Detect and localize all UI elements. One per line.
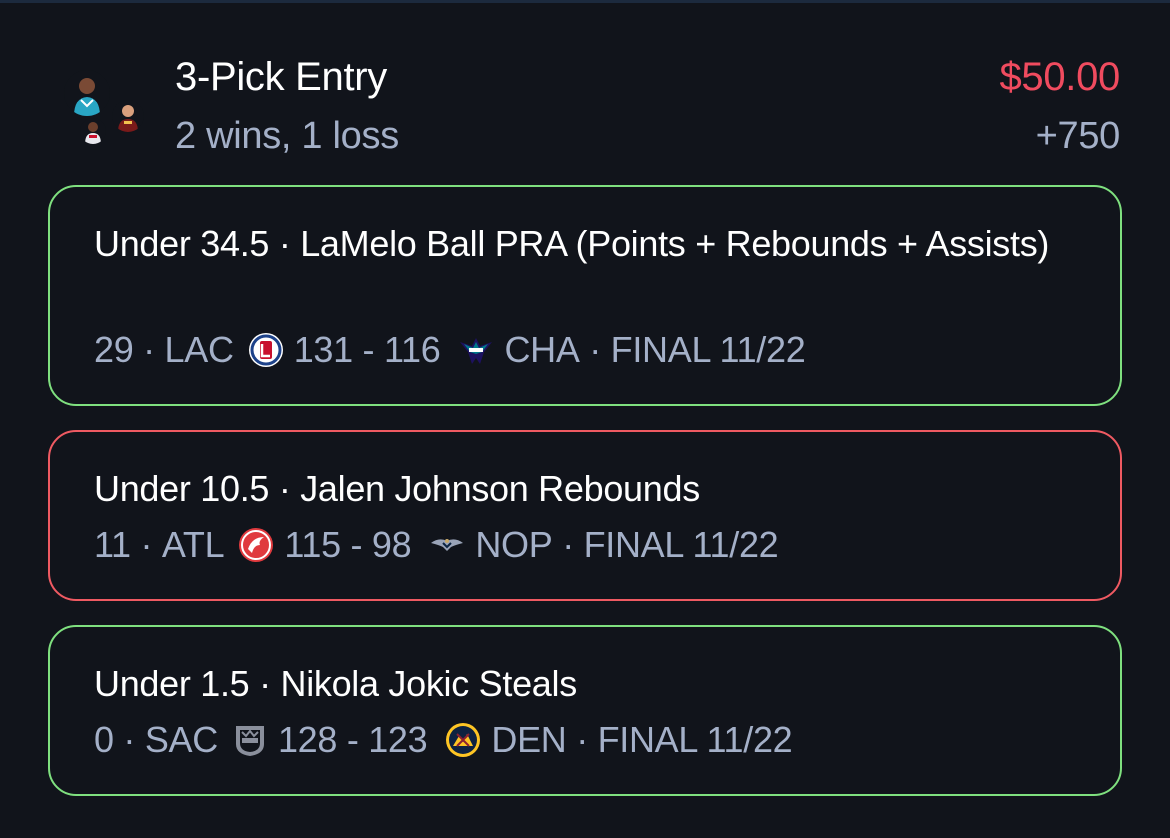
game-status: · FINAL 11/22 — [576, 719, 793, 760]
pick-card[interactable]: Under 34.5 · LaMelo Ball PRA (Points + R… — [48, 185, 1122, 406]
nuggets-logo-icon — [445, 722, 481, 758]
avatar — [112, 100, 144, 132]
home-team: CHA — [504, 329, 580, 370]
entry-title: 3-Pick Entry — [175, 55, 388, 99]
pick-line: Under 34.5 · LaMelo Ball PRA (Points + R… — [94, 223, 1050, 264]
entry-record: 2 wins, 1 loss — [175, 115, 399, 157]
player-avatars — [60, 66, 150, 146]
entry-header[interactable]: 3-Pick Entry 2 wins, 1 loss $50.00 +750 — [0, 0, 1170, 180]
hornets-logo-icon — [458, 332, 494, 368]
actual-stat: 0 · — [94, 719, 136, 760]
entry-odds: +750 — [1035, 115, 1121, 157]
avatar — [80, 118, 106, 144]
clippers-logo-icon — [248, 332, 284, 368]
away-team: SAC — [144, 719, 218, 760]
entry-amount: $50.00 — [999, 55, 1120, 99]
score: 131 - 116 — [293, 329, 441, 370]
pick-result: 0 · SAC 128 - 123 DEN · FINAL 11/22 — [94, 715, 793, 765]
pick-line: Under 1.5 · Nikola Jokic Steals — [94, 663, 577, 704]
home-team: NOP — [475, 524, 553, 565]
score: 115 - 98 — [284, 524, 412, 565]
away-team: ATL — [161, 524, 225, 565]
actual-stat: 29 · — [94, 329, 155, 370]
pick-result: 11 · ATL 115 - 98 NOP · FINAL 11/22 — [94, 520, 779, 570]
score: 128 - 123 — [277, 719, 428, 760]
game-status: · FINAL 11/22 — [589, 329, 806, 370]
pick-line: Under 10.5 · Jalen Johnson Rebounds — [94, 468, 700, 509]
pick-card[interactable]: Under 10.5 · Jalen Johnson Rebounds 11 ·… — [48, 430, 1122, 601]
pick-result: 29 · LAC 131 - 116 CHA · FINAL 11/22 — [94, 325, 806, 375]
actual-stat: 11 · — [94, 524, 153, 565]
game-status: · FINAL 11/22 — [562, 524, 779, 565]
kings-logo-icon — [232, 722, 268, 758]
home-team: DEN — [491, 719, 567, 760]
pick-card[interactable]: Under 1.5 · Nikola Jokic Steals 0 · SAC … — [48, 625, 1122, 796]
pelicans-logo-icon — [429, 527, 465, 563]
avatar — [64, 70, 110, 116]
away-team: LAC — [164, 329, 234, 370]
hawks-logo-icon — [238, 527, 274, 563]
